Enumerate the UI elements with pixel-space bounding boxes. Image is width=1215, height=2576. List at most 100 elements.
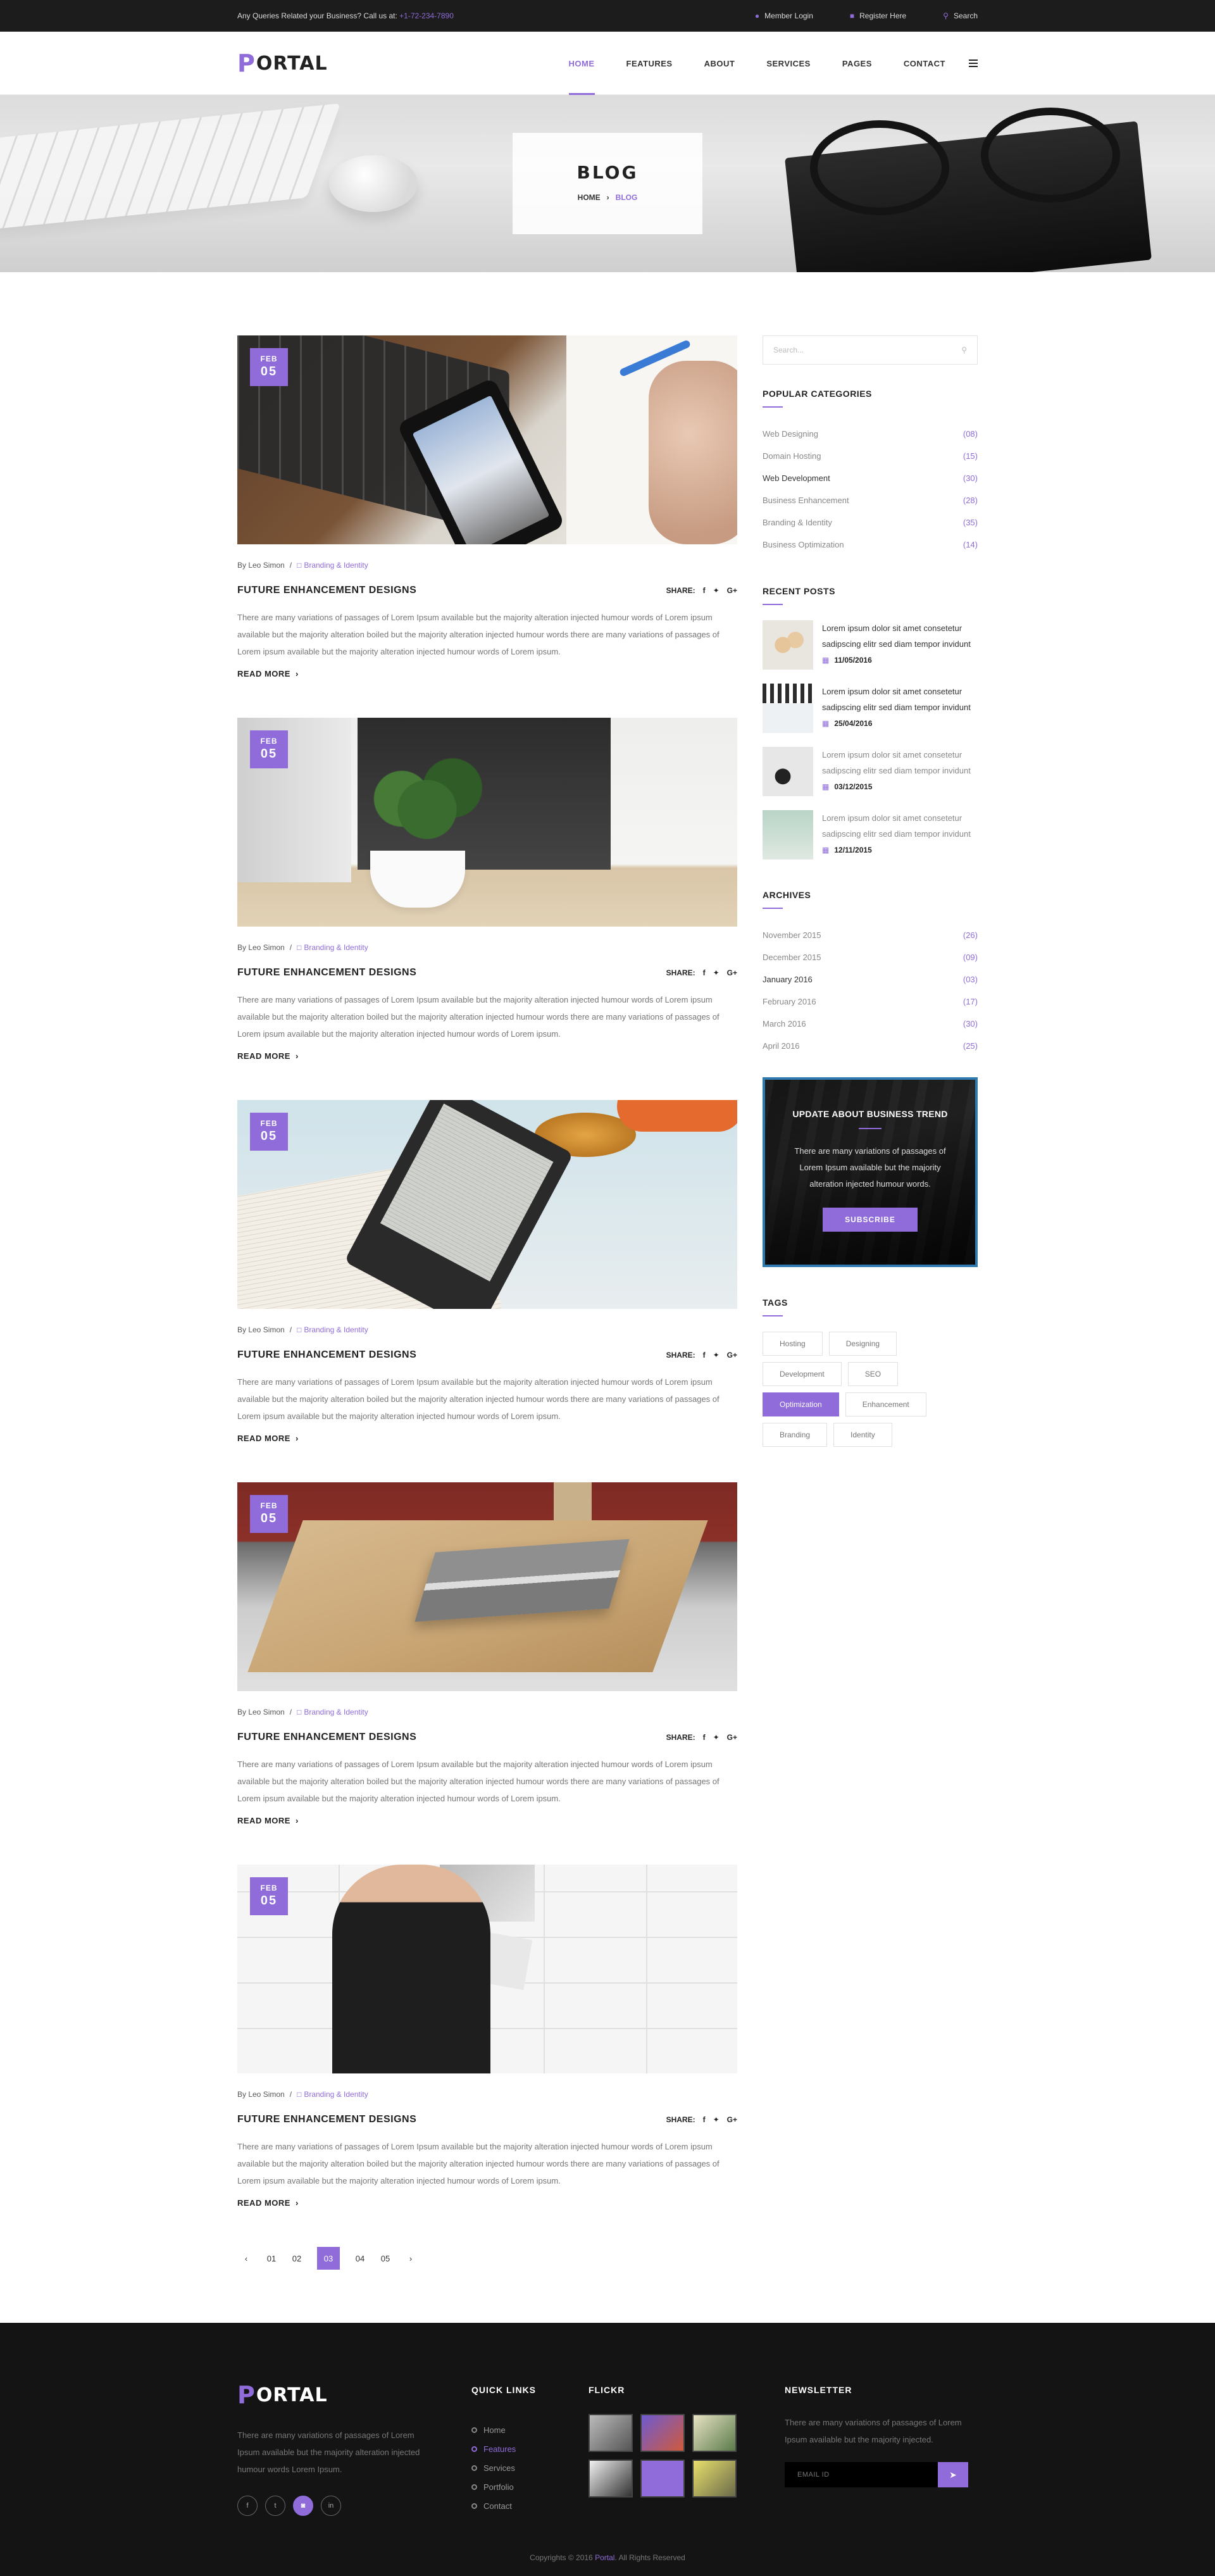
post-category[interactable]: □ Branding & Identity [297,943,368,952]
archive-item[interactable]: April 2016 (25) [763,1035,978,1057]
post-category[interactable]: □ Branding & Identity [297,2090,368,2099]
twitter-icon[interactable]: ✦ [713,586,720,595]
post-category[interactable]: □ Branding & Identity [297,1708,368,1716]
facebook-icon[interactable]: f [703,1733,706,1742]
pagination-prev[interactable]: ‹ [237,2247,255,2270]
nav-about[interactable]: ABOUT [688,32,751,95]
pagination-next[interactable]: › [402,2247,420,2270]
breadcrumb-home[interactable]: HOME [578,193,601,202]
read-more-link[interactable]: READ MORE › [237,1051,299,1061]
footer-logo[interactable]: P ORTAL [237,2381,471,2409]
footer-link-services[interactable]: Services [471,2458,589,2477]
tag-hosting[interactable]: Hosting [763,1332,823,1356]
archive-item[interactable]: November 2015 (26) [763,924,978,946]
recent-post[interactable]: Lorem ipsum dolor sit amet consetetur sa… [763,747,978,796]
pagination-page[interactable]: 04 [351,2247,369,2270]
post-image[interactable]: FEB 05 [237,335,737,544]
post-title[interactable]: FUTURE ENHANCEMENT DESIGNS [237,2114,416,2125]
tag-enhancement[interactable]: Enhancement [845,1392,926,1416]
email-input[interactable]: EMAIL ID [785,2462,938,2487]
twitter-icon[interactable]: ✦ [713,1733,720,1742]
footer-link-contact[interactable]: Contact [471,2496,589,2515]
nav-features[interactable]: FEATURES [611,32,688,95]
read-more-link[interactable]: READ MORE › [237,2198,299,2208]
member-login-link[interactable]: ● Member Login [755,11,813,20]
flickr-thumbnail[interactable] [589,2460,633,2498]
post-image[interactable]: FEB 05 [237,1865,737,2073]
pagination-page[interactable]: 01 [263,2247,280,2270]
flickr-thumbnail[interactable] [692,2414,737,2452]
post-title[interactable]: FUTURE ENHANCEMENT DESIGNS [237,967,416,979]
post-category[interactable]: □ Branding & Identity [297,561,368,570]
phone-link[interactable]: +1-72-234-7890 [399,11,454,20]
twitter-icon[interactable]: ✦ [713,968,720,977]
tag-optimization[interactable]: Optimization [763,1392,839,1416]
twitter-icon[interactable]: ✦ [713,1351,720,1360]
twitter-icon[interactable]: t [265,2496,285,2516]
flickr-thumbnail[interactable] [640,2460,685,2498]
twitter-icon[interactable]: ✦ [713,2115,720,2124]
footer-link-home[interactable]: Home [471,2420,589,2439]
archive-item[interactable]: February 2016 (17) [763,991,978,1013]
archive-item[interactable]: March 2016 (30) [763,1013,978,1035]
category-item[interactable]: Business Enhancement (28) [763,489,978,511]
top-search-link[interactable]: ⚲ Search [943,11,978,20]
footer-link-features[interactable]: Features [471,2439,589,2458]
tag-branding[interactable]: Branding [763,1423,828,1447]
pagination-page[interactable]: 05 [377,2247,394,2270]
site-logo[interactable]: P ORTAL [237,49,328,77]
linkedin-icon[interactable]: in [321,2496,341,2516]
read-more-link[interactable]: READ MORE › [237,1434,299,1443]
google-plus-icon[interactable]: G+ [727,1733,737,1742]
footer-link-portfolio[interactable]: Portfolio [471,2477,589,2496]
pagination-page-active[interactable]: 03 [317,2247,340,2270]
google-plus-icon[interactable]: G+ [727,2115,737,2124]
sidebar-search-input[interactable]: Search... ⚲ [763,335,978,365]
menu-icon[interactable] [969,59,978,67]
facebook-icon[interactable]: f [703,968,706,977]
tag-identity[interactable]: Identity [833,1423,892,1447]
pagination-page[interactable]: 02 [288,2247,306,2270]
category-item[interactable]: Domain Hosting (15) [763,445,978,467]
category-item[interactable]: Web Designing (08) [763,423,978,445]
post-title[interactable]: FUTURE ENHANCEMENT DESIGNS [237,585,416,596]
facebook-icon[interactable]: f [703,1351,706,1360]
google-plus-icon[interactable]: G+ [727,586,737,595]
google-plus-icon[interactable]: G+ [727,968,737,977]
category-item[interactable]: Business Optimization (14) [763,534,978,556]
category-item[interactable]: Branding & Identity (35) [763,511,978,534]
flickr-thumbnail[interactable] [589,2414,633,2452]
facebook-icon[interactable]: f [703,586,706,595]
facebook-icon[interactable]: f [703,2115,706,2124]
post-image[interactable]: FEB 05 [237,1100,737,1309]
nav-home[interactable]: HOME [553,32,611,95]
tag-development[interactable]: Development [763,1362,842,1386]
recent-post[interactable]: Lorem ipsum dolor sit amet consetetur sa… [763,684,978,733]
tag-seo[interactable]: SEO [847,1362,899,1386]
google-plus-icon[interactable]: G+ [727,1351,737,1360]
flickr-thumbnail[interactable] [692,2460,737,2498]
nav-services[interactable]: SERVICES [751,32,826,95]
nav-pages[interactable]: PAGES [826,32,888,95]
archive-item[interactable]: December 2015 (09) [763,946,978,968]
post-title[interactable]: FUTURE ENHANCEMENT DESIGNS [237,1732,416,1743]
nav-contact[interactable]: CONTACT [888,32,961,95]
copyright-brand[interactable]: Portal [595,2553,614,2562]
recent-post[interactable]: Lorem ipsum dolor sit amet consetetur sa… [763,810,978,860]
facebook-icon[interactable]: f [237,2496,258,2516]
tag-designing[interactable]: Designing [828,1332,897,1356]
send-icon[interactable]: ➤ [938,2462,968,2487]
post-image[interactable]: FEB 05 [237,1482,737,1691]
read-more-link[interactable]: READ MORE › [237,669,299,678]
register-link[interactable]: ■ Register Here [850,11,906,20]
instagram-icon[interactable]: ◙ [293,2496,313,2516]
post-title[interactable]: FUTURE ENHANCEMENT DESIGNS [237,1349,416,1361]
recent-post[interactable]: Lorem ipsum dolor sit amet consetetur sa… [763,620,978,670]
category-item[interactable]: Web Development (30) [763,467,978,489]
post-category[interactable]: □ Branding & Identity [297,1325,368,1334]
flickr-thumbnail[interactable] [640,2414,685,2452]
search-icon[interactable]: ⚲ [961,346,967,354]
archive-item[interactable]: January 2016 (03) [763,968,978,991]
read-more-link[interactable]: READ MORE › [237,1816,299,1825]
subscribe-button[interactable]: SUBSCRIBE [823,1208,918,1232]
